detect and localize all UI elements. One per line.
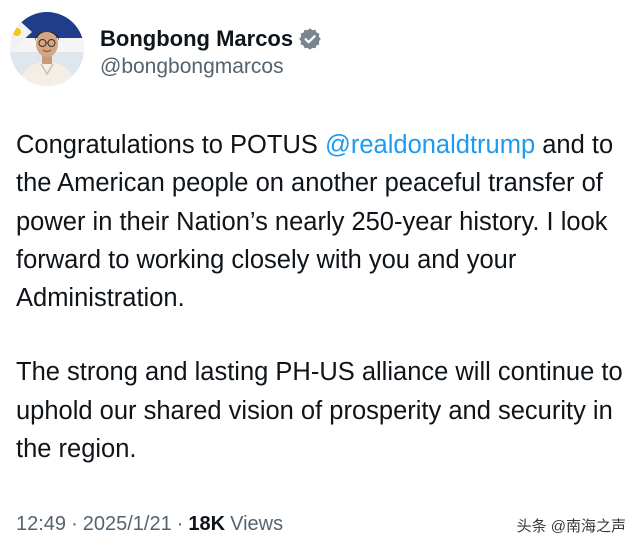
- avatar[interactable]: [10, 12, 84, 86]
- verified-badge-icon: [299, 28, 321, 50]
- author-display-name[interactable]: Bongbong Marcos: [100, 26, 293, 52]
- author-handle[interactable]: @bongbongmarcos: [100, 54, 321, 80]
- mention-link[interactable]: @realdonaldtrump: [325, 131, 535, 159]
- post-paragraph-1: Congratulations to POTUS @realdonaldtrum…: [16, 126, 626, 317]
- author-block: Bongbong Marcos @bongbongmarcos: [100, 26, 321, 80]
- separator-dot: ·: [176, 513, 184, 535]
- views-count: 18K: [188, 513, 226, 535]
- views-label: Views: [230, 513, 284, 535]
- avatar-photo: [10, 12, 84, 86]
- post-paragraph-2: The strong and lasting PH-US alliance wi…: [16, 358, 623, 464]
- post-text-intro: Congratulations to POTUS: [16, 131, 325, 159]
- source-watermark: 头条 @南海之声: [516, 518, 626, 535]
- name-row: Bongbong Marcos: [100, 26, 321, 52]
- post-metadata: 12:49 · 2025/1/21 · 18K Views: [16, 510, 283, 538]
- post-time[interactable]: 12:49: [16, 510, 66, 538]
- post-header: Bongbong Marcos @bongbongmarcos: [10, 12, 321, 86]
- separator-dot: ·: [71, 513, 78, 535]
- post-text: Congratulations to POTUS @realdonaldtrum…: [16, 126, 626, 468]
- post-date[interactable]: 2025/1/21: [83, 510, 172, 538]
